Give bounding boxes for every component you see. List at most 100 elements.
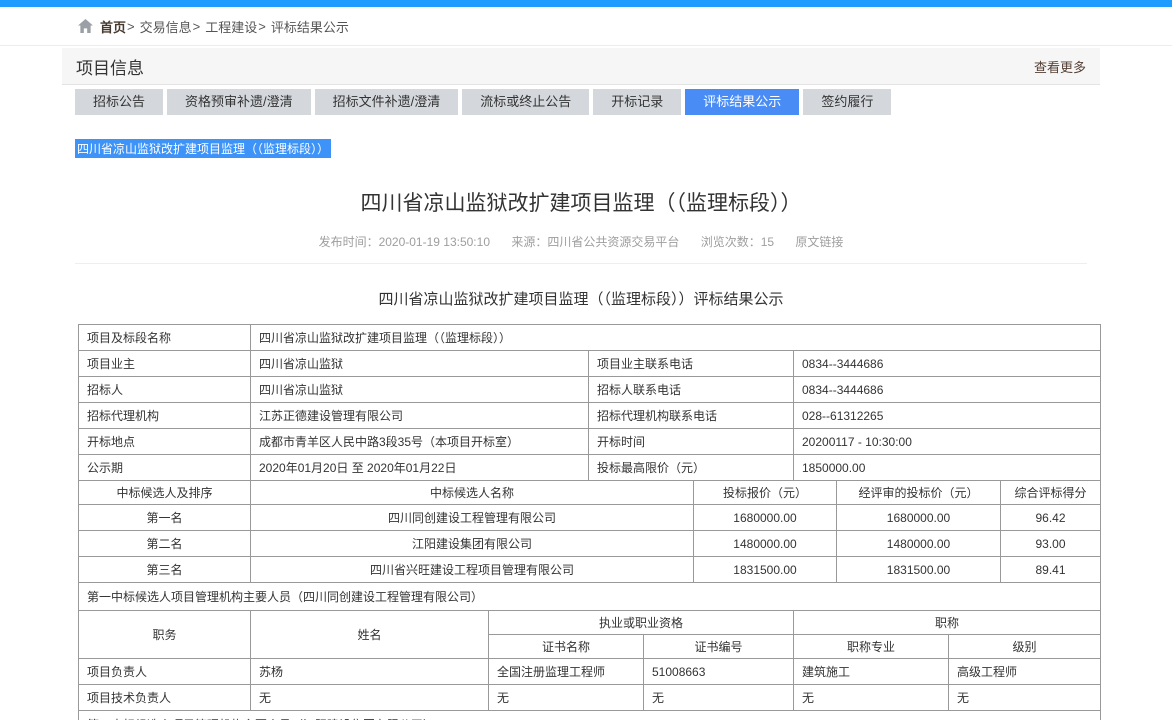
- field-label: 项目业主: [79, 351, 251, 377]
- score: 96.42: [1001, 505, 1101, 531]
- field-value: 0834--3444686: [794, 351, 1101, 377]
- tab-opening-record[interactable]: 开标记录: [593, 89, 681, 115]
- cert-no: 无: [644, 685, 794, 711]
- tab-failed-terminated[interactable]: 流标或终止公告: [462, 89, 589, 115]
- table-row: 项目业主 四川省凉山监狱 项目业主联系电话 0834--3444686: [79, 351, 1101, 377]
- tab-bid-announcement[interactable]: 招标公告: [75, 89, 163, 115]
- tab-bar: 招标公告 资格预审补遗/澄清 招标文件补遗/澄清 流标或终止公告 开标记录 评标…: [62, 89, 1100, 115]
- field-value: 四川省凉山监狱改扩建项目监理（（监理标段））: [251, 325, 1101, 351]
- candidate-rank: 第二名: [79, 531, 251, 557]
- evaluated-price: 1680000.00: [837, 505, 1001, 531]
- table-row: 招标代理机构 江苏正德建设管理有限公司 招标代理机构联系电话 028--6131…: [79, 403, 1101, 429]
- candidate-rank: 第一名: [79, 505, 251, 531]
- column-header: 职称专业: [794, 635, 949, 659]
- view-more-link[interactable]: 查看更多: [1034, 57, 1086, 76]
- candidate-row: 第三名 四川省兴旺建设工程项目管理有限公司 1831500.00 1831500…: [79, 557, 1101, 583]
- field-label: 项目及标段名称: [79, 325, 251, 351]
- table-row: 项目及标段名称 四川省凉山监狱改扩建项目监理（（监理标段））: [79, 325, 1101, 351]
- table-row: 公示期 2020年01月20日 至 2020年01月22日 投标最高限价（元） …: [79, 455, 1101, 481]
- breadcrumb-separator: >: [193, 19, 201, 34]
- person-name: 苏杨: [251, 659, 489, 685]
- column-header: 职务: [79, 611, 251, 659]
- duty: 项目负责人: [79, 659, 251, 685]
- title-level: 无: [949, 685, 1101, 711]
- candidate-name: 四川同创建设工程管理有限公司: [251, 505, 694, 531]
- column-header: 证书编号: [644, 635, 794, 659]
- evaluated-price: 1831500.00: [837, 557, 1001, 583]
- personnel-header-row: 职务 姓名 执业或职业资格 职称: [79, 611, 1101, 635]
- table-row: 开标地点 成都市青羊区人民中路3段35号（本项目开标室） 开标时间 202001…: [79, 429, 1101, 455]
- tab-document-supplement[interactable]: 招标文件补遗/澄清: [315, 89, 459, 115]
- project-info-header: 项目信息 查看更多: [62, 48, 1100, 85]
- field-value: 四川省凉山监狱: [251, 351, 589, 377]
- column-header: 姓名: [251, 611, 489, 659]
- candidate-row: 第二名 江阳建设集团有限公司 1480000.00 1480000.00 93.…: [79, 531, 1101, 557]
- field-label: 开标地点: [79, 429, 251, 455]
- field-label: 招标人: [79, 377, 251, 403]
- breadcrumb-item-result-publicity[interactable]: 评标结果公示: [271, 17, 349, 36]
- personnel-section-title: 第一中标候选人项目管理机构主要人员（四川同创建设工程管理有限公司）: [79, 583, 1101, 611]
- view-count: 浏览次数：15: [701, 235, 774, 249]
- breadcrumb-item-construction[interactable]: 工程建设: [205, 17, 257, 36]
- candidate-name: 四川省兴旺建设工程项目管理有限公司: [251, 557, 694, 583]
- section-title-row: 第二中标候选人项目管理机构主要人员（江阳建设集团有限公司）: [79, 711, 1101, 720]
- field-value: 江苏正德建设管理有限公司: [251, 403, 589, 429]
- field-label: 招标人联系电话: [589, 377, 794, 403]
- breadcrumb-home[interactable]: 首页: [100, 17, 126, 36]
- score: 93.00: [1001, 531, 1101, 557]
- column-header: 执业或职业资格: [489, 611, 794, 635]
- announcement-subtitle: 四川省凉山监狱改扩建项目监理（（监理标段））评标结果公示: [62, 288, 1100, 309]
- evaluated-price: 1480000.00: [837, 531, 1001, 557]
- duty: 项目技术负责人: [79, 685, 251, 711]
- cert-no: 51008663: [644, 659, 794, 685]
- page-title: 项目信息: [76, 54, 144, 79]
- score: 89.41: [1001, 557, 1101, 583]
- cert-name: 无: [489, 685, 644, 711]
- field-value: 四川省凉山监狱: [251, 377, 589, 403]
- column-header: 综合评标得分: [1001, 481, 1101, 505]
- title-major: 建筑施工: [794, 659, 949, 685]
- personnel-row: 项目负责人 苏杨 全国注册监理工程师 51008663 建筑施工 高级工程师: [79, 659, 1101, 685]
- candidate-row: 第一名 四川同创建设工程管理有限公司 1680000.00 1680000.00…: [79, 505, 1101, 531]
- project-result-link-highlighted[interactable]: 四川省凉山监狱改扩建项目监理（（监理标段））: [75, 139, 331, 158]
- candidate-rank: 第三名: [79, 557, 251, 583]
- column-header: 级别: [949, 635, 1101, 659]
- breadcrumb-separator: >: [127, 19, 135, 34]
- field-label: 招标代理机构: [79, 403, 251, 429]
- top-accent-bar: [0, 0, 1172, 7]
- field-label: 开标时间: [589, 429, 794, 455]
- title-major: 无: [794, 685, 949, 711]
- title-level: 高级工程师: [949, 659, 1101, 685]
- field-label: 招标代理机构联系电话: [589, 403, 794, 429]
- column-header: 投标报价（元）: [694, 481, 837, 505]
- section-title-row: 第一中标候选人项目管理机构主要人员（四川同创建设工程管理有限公司）: [79, 583, 1101, 611]
- breadcrumb-item-trade-info[interactable]: 交易信息: [140, 17, 192, 36]
- source: 来源：四川省公共资源交易平台: [511, 235, 679, 249]
- column-header: 证书名称: [489, 635, 644, 659]
- tab-contract-performance[interactable]: 签约履行: [803, 89, 891, 115]
- home-icon[interactable]: [78, 19, 93, 33]
- field-label: 项目业主联系电话: [589, 351, 794, 377]
- column-header: 职称: [794, 611, 1101, 635]
- column-header: 中标候选人名称: [251, 481, 694, 505]
- candidate-name: 江阳建设集团有限公司: [251, 531, 694, 557]
- main-content: 项目信息 查看更多 招标公告 资格预审补遗/澄清 招标文件补遗/澄清 流标或终止…: [62, 48, 1100, 720]
- table-row: 招标人 四川省凉山监狱 招标人联系电话 0834--3444686: [79, 377, 1101, 403]
- field-label: 公示期: [79, 455, 251, 481]
- original-link[interactable]: 原文链接: [795, 235, 843, 249]
- article-meta: 发布时间：2020-01-19 13:50:10 来源：四川省公共资源交易平台 …: [75, 233, 1087, 264]
- cert-name: 全国注册监理工程师: [489, 659, 644, 685]
- field-label: 投标最高限价（元）: [589, 455, 794, 481]
- personnel-section-title: 第二中标候选人项目管理机构主要人员（江阳建设集团有限公司）: [79, 711, 1101, 720]
- tab-prequal-supplement[interactable]: 资格预审补遗/澄清: [167, 89, 311, 115]
- candidate-header-row: 中标候选人及排序 中标候选人名称 投标报价（元） 经评审的投标价（元） 综合评标…: [79, 481, 1101, 505]
- tab-evaluation-result[interactable]: 评标结果公示: [685, 89, 799, 115]
- bid-price: 1831500.00: [694, 557, 837, 583]
- personnel-row: 项目技术负责人 无 无 无 无 无: [79, 685, 1101, 711]
- field-value: 成都市青羊区人民中路3段35号（本项目开标室）: [251, 429, 589, 455]
- field-value: 1850000.00: [794, 455, 1101, 481]
- bid-price: 1680000.00: [694, 505, 837, 531]
- column-header: 中标候选人及排序: [79, 481, 251, 505]
- field-value: 20200117 - 10:30:00: [794, 429, 1101, 455]
- evaluation-result-table: 项目及标段名称 四川省凉山监狱改扩建项目监理（（监理标段）） 项目业主 四川省凉…: [78, 324, 1101, 720]
